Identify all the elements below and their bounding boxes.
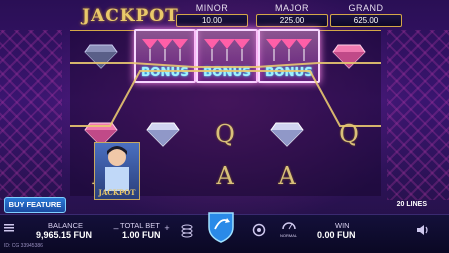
jackpot-major-value: 225.00 <box>256 14 328 27</box>
buy-feature-button[interactable]: BUY FEATURE <box>4 197 66 213</box>
balance-label: BALANCE <box>48 221 84 230</box>
character-symbol: JACKPOT <box>94 142 140 200</box>
jackpot-grand-label: GRAND <box>348 3 384 13</box>
autoplay-button[interactable] <box>252 223 266 237</box>
speed-label: NORMAL <box>280 233 298 238</box>
speaker-icon <box>417 225 428 235</box>
menu-icon[interactable] <box>4 223 14 233</box>
jackpot-minor: MINOR 10.00 <box>176 3 248 27</box>
increase-bet-button[interactable]: + <box>163 223 171 233</box>
speedometer-icon <box>282 222 296 230</box>
win-label: WIN <box>335 221 350 230</box>
lines-label: 20 LINES <box>396 201 427 208</box>
character-label: JACKPOT <box>98 188 136 197</box>
jackpot-major-label: MAJOR <box>275 3 309 13</box>
coin-stack-icon-graphic <box>181 224 193 238</box>
hamburger-icon <box>4 224 14 232</box>
total-bet-label: TOTAL BET <box>120 221 160 230</box>
jackpot-grand: GRAND 625.00 <box>330 3 402 27</box>
jackpot-minor-value: 10.00 <box>176 14 248 27</box>
total-bet-value: 1.00 FUN <box>122 230 161 240</box>
balance-value: 9,965.15 FUN <box>36 230 93 240</box>
spin-icon <box>208 212 234 243</box>
sound-button[interactable] <box>416 224 430 236</box>
spin-button[interactable] <box>206 209 236 243</box>
autoplay-icon <box>252 223 266 237</box>
jackpot-title: JACKPOT <box>82 6 179 26</box>
jackpot-major: MAJOR 225.00 <box>256 3 328 27</box>
speed-button[interactable] <box>282 219 296 231</box>
decrease-bet-button[interactable]: – <box>112 223 120 233</box>
right-decoration <box>387 30 449 200</box>
left-decoration <box>0 30 62 200</box>
jackpot-minor-label: MINOR <box>195 3 229 13</box>
flapper-lady-icon <box>105 146 129 191</box>
win-value: 0.00 FUN <box>317 230 356 240</box>
session-id: ID: CG 33945386 <box>4 243 43 249</box>
jackpot-grand-value: 625.00 <box>330 14 402 27</box>
coin-stack-icon[interactable] <box>180 223 194 239</box>
